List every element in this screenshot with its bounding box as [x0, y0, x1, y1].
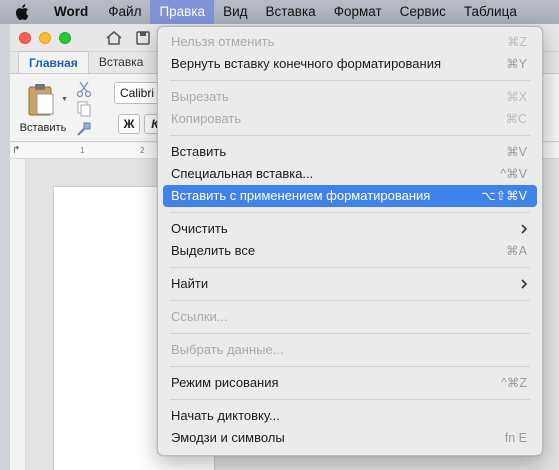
- menu-item-undo: Нельзя отменить ⌘Z: [163, 31, 537, 53]
- menu-item-label: Эмодзи и символы: [171, 430, 285, 445]
- menu-separator: [158, 328, 542, 339]
- menu-item-label: Начать диктовку...: [171, 408, 280, 423]
- menubar-file[interactable]: Файл: [99, 0, 150, 24]
- menu-item-shortcut: fn E: [504, 431, 527, 445]
- paste-button[interactable]: ▼ Вставить: [16, 80, 70, 136]
- tab-stop-icon[interactable]: ↱: [12, 145, 20, 156]
- menu-item-start-dictation[interactable]: Начать диктовку...: [163, 405, 537, 427]
- submenu-arrow-icon: [521, 224, 528, 234]
- menu-separator: [158, 75, 542, 86]
- desktop-background: [0, 24, 10, 470]
- cut-icon[interactable]: [75, 80, 93, 98]
- menu-item-shortcut: ⌘Z: [506, 35, 527, 49]
- menu-item-paste-special[interactable]: Специальная вставка... ^⌘V: [163, 163, 537, 185]
- bold-button[interactable]: Ж: [118, 114, 140, 134]
- apple-icon: [15, 4, 29, 20]
- menu-item-label: Выделить все: [171, 243, 256, 258]
- menu-item-select-data: Выбрать данные...: [163, 339, 537, 361]
- format-painter-icon[interactable]: [75, 120, 93, 138]
- menu-separator: [158, 130, 542, 141]
- tab-home[interactable]: Главная: [18, 51, 89, 73]
- menu-item-shortcut: ⌘V: [506, 145, 527, 159]
- menu-item-redo[interactable]: Вернуть вставку конечного форматирования…: [163, 53, 537, 75]
- menu-item-label: Специальная вставка...: [171, 166, 314, 181]
- menu-item-label: Очистить: [171, 221, 228, 236]
- ruler-mark: 2: [140, 146, 145, 155]
- menu-item-label: Вставить: [171, 144, 227, 159]
- vertical-ruler: [10, 159, 26, 470]
- menu-separator: [158, 262, 542, 273]
- copy-icon[interactable]: [75, 100, 93, 118]
- menu-item-copy: Копировать ⌘C: [163, 108, 537, 130]
- paste-label: Вставить: [19, 122, 67, 134]
- menu-item-label: Вернуть вставку конечного форматирования: [171, 56, 442, 71]
- menu-separator: [158, 361, 542, 372]
- menu-separator: [158, 207, 542, 218]
- menu-item-shortcut: ⌘C: [505, 112, 527, 126]
- menu-item-emoji-symbols[interactable]: Эмодзи и символы fn E: [163, 427, 537, 449]
- menu-item-shortcut: ⌥⇧⌘V: [481, 189, 527, 203]
- menu-item-label: Режим рисования: [171, 375, 279, 390]
- menu-item-select-all[interactable]: Выделить все ⌘A: [163, 240, 537, 262]
- close-window-button[interactable]: [19, 32, 31, 44]
- zoom-window-button[interactable]: [59, 32, 71, 44]
- paste-dropdown-icon[interactable]: ▼: [61, 96, 68, 103]
- menu-item-paste[interactable]: Вставить ⌘V: [163, 141, 537, 163]
- menu-item-label: Копировать: [171, 111, 241, 126]
- menubar-app-name[interactable]: Word: [44, 0, 99, 24]
- menu-item-find[interactable]: Найти: [163, 273, 537, 295]
- menu-item-label: Вставить с применением форматирования: [171, 188, 431, 203]
- menu-item-label: Нельзя отменить: [171, 34, 275, 49]
- tab-insert[interactable]: Вставка: [89, 51, 154, 73]
- menubar-tools[interactable]: Сервис: [391, 0, 455, 24]
- menu-bar: Word Файл Правка Вид Вставка Формат Серв…: [0, 0, 559, 24]
- menubar-view[interactable]: Вид: [214, 0, 256, 24]
- edit-menu: Нельзя отменить ⌘Z Вернуть вставку конеч…: [157, 26, 543, 456]
- menu-item-cut: Вырезать ⌘X: [163, 86, 537, 108]
- home-icon[interactable]: [105, 29, 123, 47]
- menubar-table[interactable]: Таблица: [455, 0, 526, 24]
- menu-item-shortcut: ^⌘Z: [500, 376, 527, 390]
- menu-item-label: Выбрать данные...: [171, 342, 284, 357]
- menu-separator: [158, 394, 542, 405]
- menu-item-links: Ссылки...: [163, 306, 537, 328]
- menu-item-drawing-mode[interactable]: Режим рисования ^⌘Z: [163, 372, 537, 394]
- menu-item-label: Ссылки...: [171, 309, 228, 324]
- menu-item-shortcut: ⌘X: [506, 90, 527, 104]
- clipboard-icon: [28, 84, 54, 116]
- save-icon[interactable]: [134, 29, 152, 47]
- menu-item-label: Вырезать: [171, 89, 229, 104]
- apple-menu[interactable]: [0, 0, 44, 24]
- menu-separator: [158, 295, 542, 306]
- menu-item-label: Найти: [171, 276, 209, 291]
- menu-item-shortcut: ⌘A: [506, 244, 527, 258]
- menu-item-shortcut: ^⌘V: [500, 167, 527, 181]
- menubar-edit[interactable]: Правка: [150, 0, 215, 24]
- menu-item-clear[interactable]: Очистить: [163, 218, 537, 240]
- menu-item-shortcut: ⌘Y: [506, 57, 527, 71]
- menu-item-paste-match-formatting[interactable]: Вставить с применением форматирования ⌥⇧…: [163, 185, 537, 207]
- submenu-arrow-icon: [521, 279, 528, 289]
- minimize-window-button[interactable]: [39, 32, 51, 44]
- menubar-insert[interactable]: Вставка: [257, 0, 325, 24]
- ruler-mark: 1: [80, 146, 85, 155]
- menubar-format[interactable]: Формат: [325, 0, 391, 24]
